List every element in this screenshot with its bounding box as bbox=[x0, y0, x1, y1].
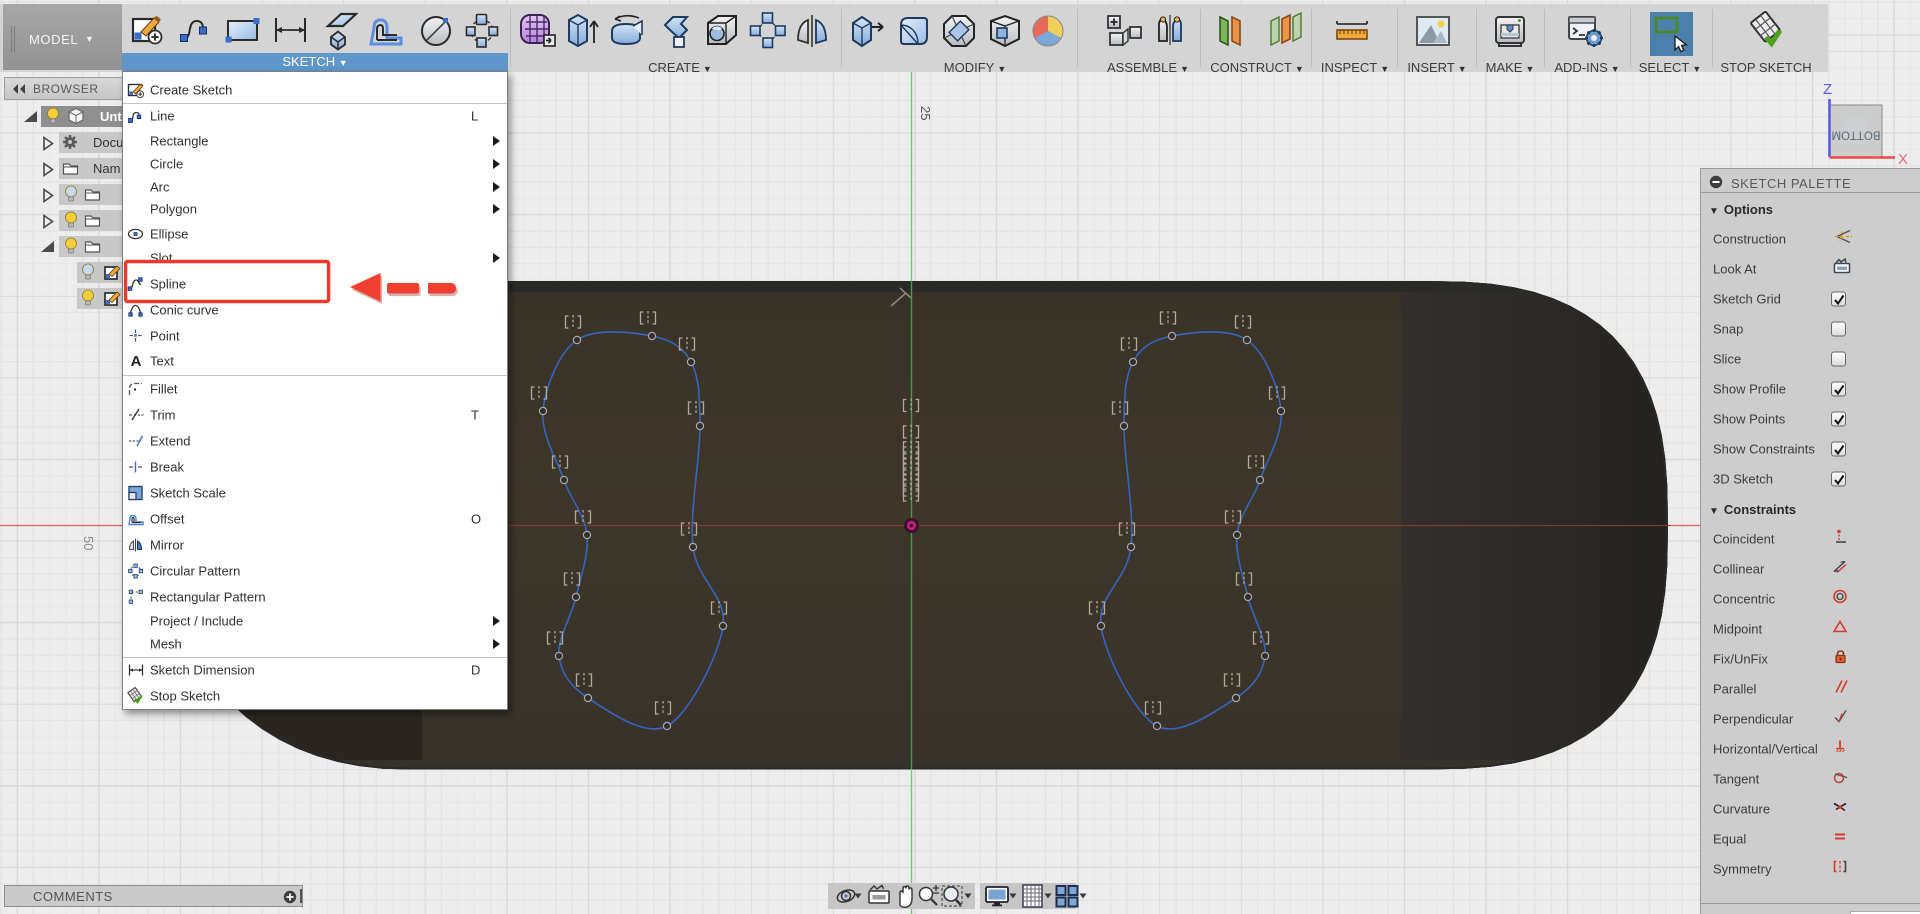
svg-text:A: A bbox=[131, 353, 142, 370]
svg-text:50: 50 bbox=[81, 536, 96, 550]
svg-text:X: X bbox=[1898, 151, 1908, 168]
svg-text:Z: Z bbox=[1823, 81, 1832, 98]
svg-text:25: 25 bbox=[918, 106, 933, 120]
svg-text:BOTTOM: BOTTOM bbox=[1832, 129, 1881, 141]
